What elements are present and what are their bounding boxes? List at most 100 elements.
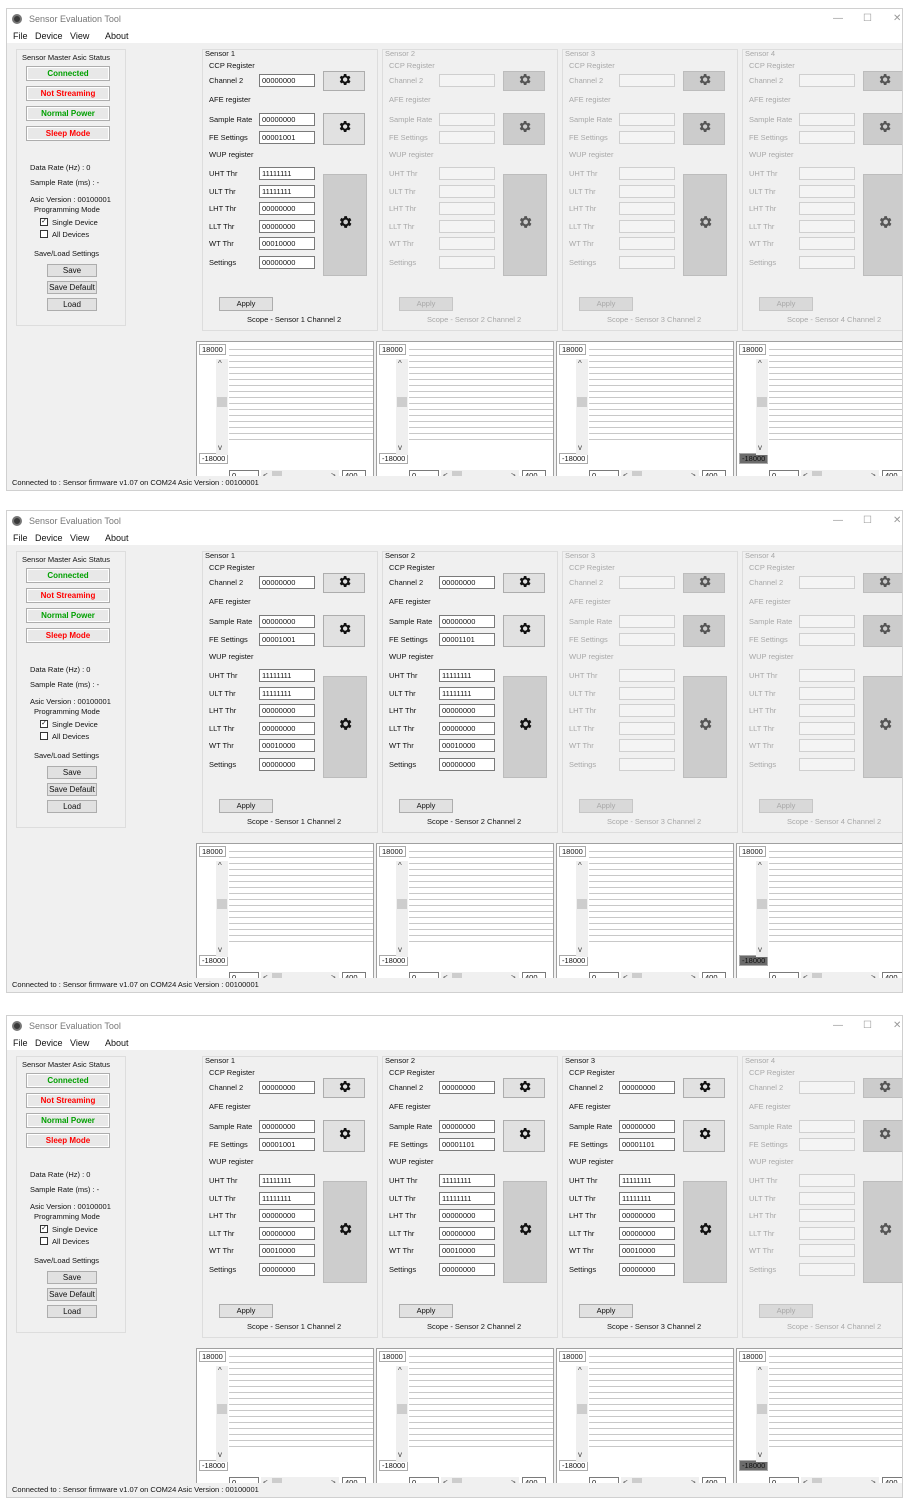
load-button[interactable]: Load [47, 298, 97, 311]
wt-field[interactable]: 00010000 [619, 1244, 675, 1257]
scroll-up-arrow[interactable]: ^ [758, 359, 762, 368]
ult-field[interactable]: 11111111 [619, 1192, 675, 1205]
llt-field[interactable]: 00000000 [259, 722, 315, 735]
channel-field[interactable]: 00000000 [259, 1081, 315, 1094]
save-default-button[interactable]: Save Default [47, 783, 97, 796]
sample-rate-field[interactable]: 00000000 [619, 1120, 675, 1133]
scrollbar-thumb[interactable] [397, 899, 407, 909]
ult-field[interactable]: 11111111 [259, 185, 315, 198]
vertical-scrollbar[interactable]: ^ v [216, 861, 228, 957]
lht-field[interactable]: 00000000 [439, 704, 495, 717]
all-devices-checkbox[interactable] [40, 1237, 48, 1245]
scroll-down-arrow[interactable]: v [758, 945, 762, 954]
uht-field[interactable]: 11111111 [619, 1174, 675, 1187]
scrollbar-thumb[interactable] [217, 1404, 227, 1414]
scroll-up-arrow[interactable]: ^ [218, 359, 222, 368]
apply-button[interactable]: Apply [399, 1304, 453, 1318]
scrollbar-thumb[interactable] [397, 1404, 407, 1414]
lht-field[interactable]: 00000000 [259, 1209, 315, 1222]
llt-field[interactable]: 00000000 [439, 722, 495, 735]
apply-button[interactable]: Apply [219, 1304, 273, 1318]
apply-button[interactable]: Apply [219, 297, 273, 311]
scroll-down-arrow[interactable]: v [218, 1450, 222, 1459]
scroll-down-arrow[interactable]: v [398, 443, 402, 452]
channel-field[interactable]: 00000000 [259, 576, 315, 589]
save-default-button[interactable]: Save Default [47, 281, 97, 294]
y-max-field[interactable]: 18000 [199, 344, 226, 355]
menu-item-device[interactable]: Device [35, 1038, 63, 1048]
scrollbar-thumb[interactable] [397, 397, 407, 407]
y-max-field[interactable]: 18000 [199, 1351, 226, 1362]
ult-field[interactable]: 11111111 [259, 687, 315, 700]
sample-rate-field[interactable]: 00000000 [259, 113, 315, 126]
uht-field[interactable]: 11111111 [259, 167, 315, 180]
vertical-scrollbar[interactable]: ^ v [576, 1366, 588, 1462]
save-button[interactable]: Save [47, 766, 97, 779]
menu-item-about[interactable]: About [105, 1038, 129, 1048]
y-max-field[interactable]: 18000 [739, 344, 766, 355]
minimize-button[interactable]: — [833, 13, 843, 24]
sample-rate-field[interactable]: 00000000 [259, 1120, 315, 1133]
channel-field[interactable]: 00000000 [619, 1081, 675, 1094]
scroll-up-arrow[interactable]: ^ [578, 1366, 582, 1375]
scroll-down-arrow[interactable]: v [398, 1450, 402, 1459]
ccp-settings-gear-button[interactable] [323, 573, 365, 593]
y-max-field[interactable]: 18000 [379, 344, 406, 355]
single-device-checkbox[interactable]: ✓ [40, 218, 48, 226]
ult-field[interactable]: 11111111 [439, 687, 495, 700]
uht-field[interactable]: 11111111 [439, 1174, 495, 1187]
afe-settings-gear-button[interactable] [683, 1120, 725, 1152]
menu-item-view[interactable]: View [70, 31, 89, 41]
lht-field[interactable]: 00000000 [619, 1209, 675, 1222]
vertical-scrollbar[interactable]: ^ v [216, 359, 228, 455]
wup-settings-gear-button[interactable] [323, 1181, 367, 1283]
load-button[interactable]: Load [47, 1305, 97, 1318]
wup-settings-gear-button[interactable] [503, 676, 547, 778]
uht-field[interactable]: 11111111 [259, 669, 315, 682]
sleep-mode-button[interactable]: Sleep Mode [26, 628, 110, 643]
ult-field[interactable]: 11111111 [259, 1192, 315, 1205]
vertical-scrollbar[interactable]: ^ v [756, 861, 768, 957]
scroll-up-arrow[interactable]: ^ [578, 359, 582, 368]
sleep-mode-button[interactable]: Sleep Mode [26, 1133, 110, 1148]
lht-field[interactable]: 00000000 [259, 202, 315, 215]
minimize-button[interactable]: — [833, 1020, 843, 1031]
vertical-scrollbar[interactable]: ^ v [756, 1366, 768, 1462]
vertical-scrollbar[interactable]: ^ v [396, 861, 408, 957]
channel-field[interactable]: 00000000 [439, 576, 495, 589]
settings-field[interactable]: 00000000 [619, 1263, 675, 1276]
y-max-field[interactable]: 18000 [739, 1351, 766, 1362]
vertical-scrollbar[interactable]: ^ v [216, 1366, 228, 1462]
menu-item-device[interactable]: Device [35, 31, 63, 41]
wup-settings-gear-button[interactable] [323, 174, 367, 276]
afe-settings-gear-button[interactable] [323, 1120, 365, 1152]
scroll-down-arrow[interactable]: v [758, 1450, 762, 1459]
scroll-down-arrow[interactable]: v [578, 443, 582, 452]
streaming-status-button[interactable]: Not Streaming [26, 1093, 110, 1108]
scroll-up-arrow[interactable]: ^ [758, 861, 762, 870]
menu-item-about[interactable]: About [105, 31, 129, 41]
scroll-up-arrow[interactable]: ^ [398, 1366, 402, 1375]
fe-settings-field[interactable]: 00001101 [439, 1138, 495, 1151]
wup-settings-gear-button[interactable] [683, 1181, 727, 1283]
scrollbar-thumb[interactable] [577, 397, 587, 407]
ccp-settings-gear-button[interactable] [323, 1078, 365, 1098]
settings-field[interactable]: 00000000 [439, 758, 495, 771]
menu-item-file[interactable]: File [13, 533, 28, 543]
settings-field[interactable]: 00000000 [259, 758, 315, 771]
scroll-down-arrow[interactable]: v [218, 945, 222, 954]
maximize-button[interactable]: ☐ [863, 13, 872, 24]
save-button[interactable]: Save [47, 1271, 97, 1284]
power-status-button[interactable]: Normal Power [26, 106, 110, 121]
single-device-checkbox[interactable]: ✓ [40, 720, 48, 728]
close-button[interactable]: ✕ [893, 515, 901, 526]
fe-settings-field[interactable]: 00001101 [619, 1138, 675, 1151]
apply-button[interactable]: Apply [399, 799, 453, 813]
save-button[interactable]: Save [47, 264, 97, 277]
menu-item-view[interactable]: View [70, 533, 89, 543]
scroll-up-arrow[interactable]: ^ [758, 1366, 762, 1375]
all-devices-checkbox[interactable] [40, 732, 48, 740]
connected-status-button[interactable]: Connected [26, 568, 110, 583]
wt-field[interactable]: 00010000 [439, 1244, 495, 1257]
y-max-field[interactable]: 18000 [559, 846, 586, 857]
